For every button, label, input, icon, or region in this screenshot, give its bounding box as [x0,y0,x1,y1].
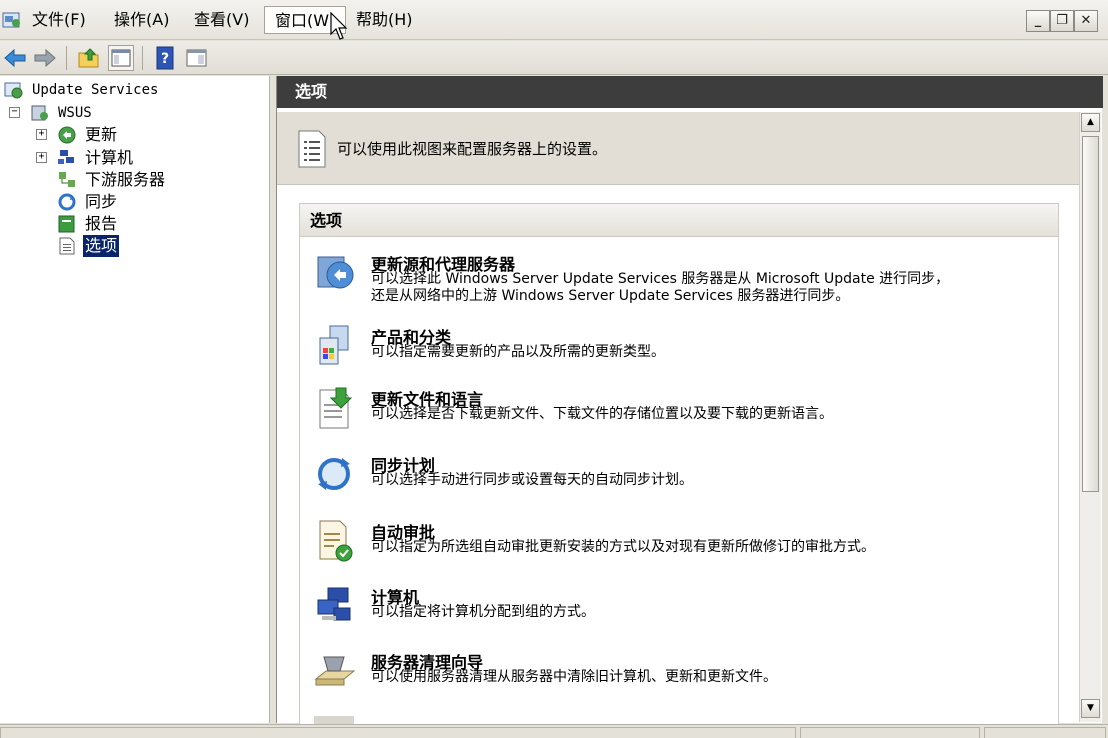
option-update-files-languages[interactable]: 更新文件和语言 可以选择是否下载更新文件、下载文件的存储位置以及要下载的更新语言… [300,386,1058,446]
pane-header-title: 选项 [277,76,1103,108]
mouse-cursor-icon [330,12,348,40]
show-hide-tree-button[interactable] [108,45,134,71]
tree-label: 报告 [85,214,118,233]
action-pane-icon [186,49,207,67]
option-computers[interactable]: 计算机 可以指定将计算机分配到组的方式。 [300,584,1058,644]
minimize-button[interactable]: _ [1026,10,1050,32]
vertical-scrollbar[interactable]: ▲ ▼ [1079,112,1101,722]
downstream-servers-icon [59,172,75,187]
option-description: 可以选择此 Windows Server Update Services 服务器… [371,271,950,304]
help-button[interactable]: ? [152,45,178,71]
show-hide-action-pane-button[interactable] [184,45,210,71]
option-description: 可以选择手动进行同步或设置每天的自动同步计划。 [371,472,693,488]
auto-approval-icon [319,520,353,562]
collapse-wsus-toggle[interactable]: − [9,107,20,118]
console-tree-icon [111,49,131,67]
option-description: 可以指定将计算机分配到组的方式。 [371,604,595,620]
mmc-app-icon[interactable] [2,10,22,30]
expand-computers-toggle[interactable]: + [36,152,47,163]
option-products-classifications[interactable]: 产品和分类 可以指定需要更新的产品以及所需的更新类型。 [300,324,1058,384]
menu-file[interactable]: 文件(F) [22,6,96,34]
menu-help[interactable]: 帮助(H) [346,6,423,34]
status-cell [984,727,1106,738]
help-book-icon: ? [156,46,174,70]
option-description: 可以指定需要更新的产品以及所需的更新类型。 [371,344,665,360]
status-bar [0,724,1108,738]
tree-label: WSUS [58,105,92,121]
options-list: 选项 更新源和代理服务器 可以选择此 Windows Server Update… [299,203,1059,733]
option-next-icon-partial [314,716,354,724]
computers-tree-icon [58,150,74,164]
status-cell [0,727,796,738]
expand-updates-toggle[interactable]: + [36,129,47,140]
tree-label: 计算机 [85,148,134,167]
option-update-source[interactable]: 更新源和代理服务器 可以选择此 Windows Server Update Se… [300,251,1058,311]
option-automatic-approvals[interactable]: 自动审批 可以指定为所选组自动审批更新安装的方式以及对现有更新所做修订的审批方式… [300,519,1058,579]
scroll-down-button[interactable]: ▼ [1081,699,1100,718]
reports-icon [58,215,75,233]
back-arrow-icon [4,48,26,68]
option-description: 可以指定为所选组自动审批更新安装的方式以及对现有更新所做修订的审批方式。 [371,539,875,555]
options-document-icon [59,237,75,255]
options-section-title: 选项 [300,204,1058,237]
results-pane: 选项 可以使用此视图来配置服务器上的设置。 选项 更新源和代理服务器 可以选择此… [276,76,1103,733]
tree-label: 下游服务器 [85,170,166,189]
update-files-icon [319,387,353,429]
restore-button[interactable]: ❐ [1050,10,1074,32]
updates-icon [58,126,76,144]
option-server-cleanup-wizard[interactable]: 服务器清理向导 可以使用服务器清理从服务器中清除旧计算机、更新和更新文件。 [300,649,1058,709]
update-source-icon [317,256,354,289]
tree-label: 同步 [85,192,118,211]
tree-label: Update Services [32,82,159,98]
forward-arrow-icon [34,48,56,68]
sync-icon [58,193,76,211]
toolbar: ? [0,41,1108,75]
scroll-thumb[interactable] [1082,136,1099,492]
description-panel: 可以使用此视图来配置服务器上的设置。 [277,112,1079,185]
close-button[interactable]: ✕ [1074,10,1098,32]
status-cell [800,727,980,738]
console-tree[interactable]: Update Services − WSUS + 更新 + 计算机 下游服务器 … [0,76,270,723]
products-classifications-icon [319,325,349,365]
computers-icon [317,587,351,621]
update-services-icon [4,82,23,99]
scroll-up-button[interactable]: ▲ [1081,113,1100,132]
option-sync-schedule[interactable]: 同步计划 可以选择手动进行同步或设置每天的自动同步计划。 [300,452,1058,512]
back-button[interactable] [2,45,28,71]
tree-label-selected: 选项 [83,235,120,257]
sync-schedule-icon [318,458,350,490]
view-description: 可以使用此视图来配置服务器上的设置。 [337,140,608,158]
cleanup-wizard-icon [314,656,356,686]
up-folder-icon [78,48,99,68]
up-folder-button[interactable] [76,45,102,71]
menu-bar: 文件(F) 操作(A) 查看(V) 窗口(W) 帮助(H) _ ❐ ✕ [0,0,1108,40]
toolbar-separator [66,46,67,70]
forward-button[interactable] [32,45,58,71]
menu-view[interactable]: 查看(V) [184,6,259,34]
toolbar-separator [142,46,143,70]
menu-action[interactable]: 操作(A) [104,6,179,34]
tree-label: 更新 [85,125,118,144]
option-description: 可以选择是否下载更新文件、下载文件的存储位置以及要下载的更新语言。 [371,406,833,422]
svg-text:?: ? [161,51,169,67]
document-list-icon [298,130,326,168]
server-icon [31,105,48,121]
option-description: 可以使用服务器清理从服务器中清除旧计算机、更新和更新文件。 [371,669,777,685]
